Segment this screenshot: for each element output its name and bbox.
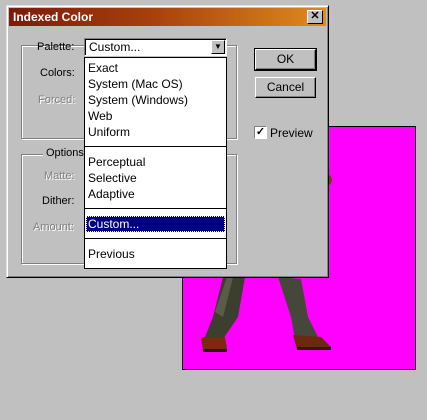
ok-button[interactable]: OK <box>254 48 317 71</box>
dither-label: Dither: <box>42 195 75 207</box>
dropdown-item[interactable]: Adaptive <box>86 186 225 202</box>
dropdown-separator <box>85 146 226 147</box>
cancel-button[interactable]: Cancel <box>255 77 316 98</box>
chevron-down-icon[interactable]: ▼ <box>211 40 225 54</box>
dialog-title: Indexed Color <box>13 10 94 24</box>
dropdown-item[interactable]: System (Windows) <box>86 92 225 108</box>
amount-label: Amount: <box>33 221 74 233</box>
dropdown-item[interactable]: Previous <box>86 246 225 262</box>
check-icon: ✓ <box>255 126 266 138</box>
dropdown-item[interactable]: Custom... <box>86 216 225 232</box>
colors-label: Colors: <box>40 67 75 79</box>
dropdown-item[interactable]: Selective <box>86 170 225 186</box>
matte-label: Matte: <box>44 170 75 182</box>
palette-select-value: Custom... <box>89 40 141 54</box>
forced-label: Forced: <box>38 94 76 106</box>
close-button[interactable]: ✕ <box>307 10 323 24</box>
dropdown-separator <box>85 238 226 239</box>
dropdown-item[interactable]: Uniform <box>86 124 225 140</box>
dropdown-separator <box>85 208 226 209</box>
palette-label: Palette: <box>37 41 75 53</box>
options-group-label: Options <box>43 147 87 159</box>
dialog-titlebar[interactable]: Indexed Color ✕ <box>9 8 326 26</box>
preview-label[interactable]: Preview <box>270 126 313 140</box>
dropdown-item[interactable]: Web <box>86 108 225 124</box>
dropdown-item[interactable]: Exact <box>86 60 225 76</box>
preview-checkbox[interactable]: ✓ <box>254 126 267 139</box>
dropdown-item[interactable]: Perceptual <box>86 154 225 170</box>
palette-select[interactable]: Custom... ▼ <box>84 38 227 56</box>
close-icon: ✕ <box>310 10 320 22</box>
palette-dropdown-list: Exact System (Mac OS) System (Windows) Web U… <box>84 57 227 269</box>
dropdown-item[interactable]: System (Mac OS) <box>86 76 225 92</box>
